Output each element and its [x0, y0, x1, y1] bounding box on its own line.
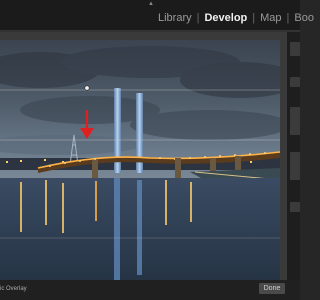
done-button[interactable]: Done: [259, 283, 285, 294]
panel-control[interactable]: [290, 42, 300, 56]
photo-bridge-night[interactable]: [0, 40, 280, 298]
panel-control[interactable]: [290, 107, 300, 135]
panel-control[interactable]: [290, 202, 300, 212]
right-panel-strip: [287, 32, 300, 280]
panel-toggle-arrow-icon[interactable]: ▲: [148, 1, 154, 7]
module-map[interactable]: Map: [260, 12, 281, 24]
image-canvas[interactable]: [0, 32, 287, 298]
tool-overlay-label[interactable]: ic Overlay: [0, 286, 27, 292]
guide-handle-icon: [84, 85, 90, 91]
module-picker: Library | Develop | Map | Boo: [158, 12, 314, 26]
module-separator: |: [286, 12, 290, 24]
module-separator: |: [196, 12, 200, 24]
bottom-toolbar: [0, 280, 300, 300]
module-develop[interactable]: Develop: [204, 12, 247, 24]
module-separator: |: [252, 12, 256, 24]
module-book[interactable]: Boo: [294, 12, 314, 24]
panel-control[interactable]: [290, 77, 300, 87]
panel-control[interactable]: [290, 152, 300, 180]
module-bar: ▲ Library | Develop | Map | Boo: [0, 0, 314, 30]
module-library[interactable]: Library: [158, 12, 192, 24]
